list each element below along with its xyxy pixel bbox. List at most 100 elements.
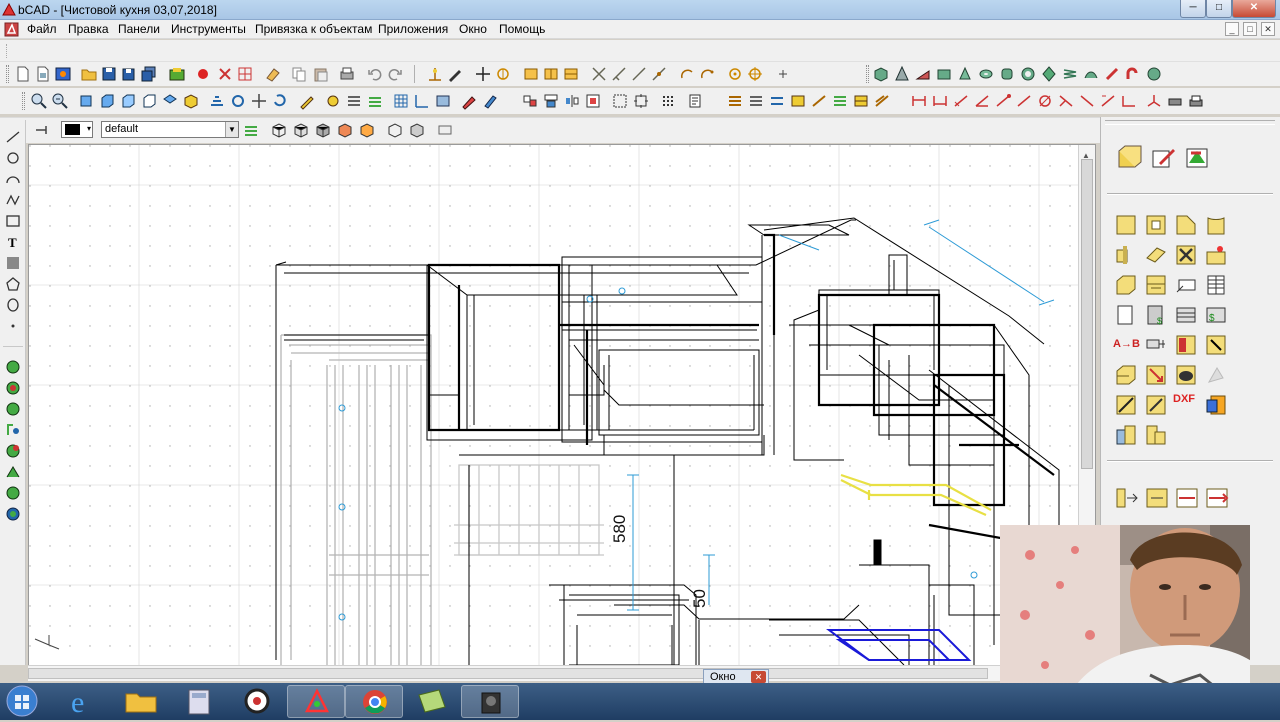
solid-spring-icon[interactable] (1061, 65, 1079, 83)
cabinet-library-icon[interactable] (1145, 424, 1167, 446)
solid-prism-icon[interactable] (935, 65, 953, 83)
panel-tool-6-icon[interactable] (831, 92, 849, 110)
cabinet-set-icon[interactable] (1115, 424, 1137, 446)
orbit-icon[interactable] (229, 92, 247, 110)
panel-tool-1-icon[interactable] (726, 92, 744, 110)
panel-tool-4-icon[interactable] (789, 92, 807, 110)
toolbar-grip-view[interactable] (22, 92, 25, 110)
rectangle-tool-icon[interactable] (4, 212, 22, 230)
edit-offset-icon[interactable] (4, 484, 22, 502)
dxf-export-label[interactable]: DXF (1173, 393, 1195, 405)
snap-circle-icon[interactable] (726, 65, 744, 83)
minimize-button[interactable]: ─ (1180, 0, 1206, 18)
save-as-icon[interactable] (120, 65, 138, 83)
place-align-icon[interactable] (1205, 487, 1229, 509)
pan-icon[interactable] (250, 92, 268, 110)
view-right-icon[interactable] (140, 92, 158, 110)
dim-horizontal-icon[interactable] (931, 92, 949, 110)
select-frame-icon[interactable] (611, 92, 629, 110)
solid-sweep-icon[interactable] (1103, 65, 1121, 83)
module-arrow-icon[interactable] (1145, 364, 1167, 386)
bcad-app-icon[interactable] (2, 3, 16, 17)
abc-label-icon[interactable] (1175, 274, 1197, 296)
cut-icon[interactable] (216, 65, 234, 83)
taskbar-camera[interactable] (461, 685, 519, 718)
dim-linear-icon[interactable] (910, 92, 928, 110)
solid-pyramid-icon[interactable] (893, 65, 911, 83)
render-icon[interactable] (54, 65, 72, 83)
menu-edit[interactable]: Правка (68, 22, 109, 36)
solid-diamond-icon[interactable] (1040, 65, 1058, 83)
kitchen-wireframe-drawing[interactable]: 580 50 (29, 145, 1079, 665)
mdi-maximize-button[interactable]: □ (1243, 22, 1257, 36)
snap-intersection-icon[interactable] (590, 65, 608, 83)
view-front-icon[interactable] (77, 92, 95, 110)
taskbar-notes[interactable] (403, 685, 461, 718)
view-left-icon[interactable] (119, 92, 137, 110)
solid-sphere-icon[interactable] (1145, 65, 1163, 83)
grid-icon[interactable] (392, 92, 410, 110)
solid-tube-icon[interactable] (1019, 65, 1037, 83)
save-all-icon[interactable] (140, 65, 158, 83)
polygon-tool-icon[interactable] (4, 275, 22, 293)
panel-stack-icon[interactable] (1145, 244, 1167, 266)
menu-file[interactable]: Файл (27, 22, 57, 36)
fittings-icon[interactable] (1175, 334, 1197, 356)
mdi-close-button[interactable]: ✕ (1261, 22, 1275, 36)
place-right-icon[interactable] (1145, 487, 1169, 509)
taskbar-calculator[interactable] (170, 685, 228, 718)
edit-copy-icon[interactable] (4, 379, 22, 397)
panel-grip[interactable] (1105, 120, 1275, 125)
line-tool-icon[interactable] (4, 128, 22, 146)
paste-icon[interactable] (312, 65, 330, 83)
edit-trim-icon[interactable] (4, 421, 22, 439)
panel-paint-icon[interactable] (1205, 244, 1227, 266)
panel-tool-3-icon[interactable] (768, 92, 786, 110)
cost-estimate-icon[interactable]: $ (1205, 304, 1227, 326)
view-iso-icon[interactable] (182, 92, 200, 110)
box-top-icon[interactable] (562, 65, 580, 83)
maximize-button[interactable]: □ (1206, 0, 1232, 18)
display-textured-icon[interactable] (336, 121, 354, 139)
materials-icon[interactable] (1183, 143, 1211, 171)
polyline-tool-icon[interactable] (4, 191, 22, 209)
align-left-icon[interactable] (521, 92, 539, 110)
place-between-icon[interactable] (1175, 487, 1199, 509)
orange-panel-icon[interactable] (1205, 394, 1227, 416)
ellipse-tool-icon[interactable] (4, 296, 22, 314)
mdi-minimize-button[interactable]: _ (1225, 22, 1239, 36)
library-icon[interactable] (168, 65, 186, 83)
grid-snap-icon[interactable] (236, 65, 254, 83)
dim-leader-icon[interactable] (1057, 92, 1075, 110)
dim-circle-icon[interactable] (1036, 92, 1054, 110)
solid-wedge-icon[interactable] (914, 65, 932, 83)
pointer-tool-icon[interactable] (1205, 334, 1227, 356)
tools-hammer-icon[interactable] (1175, 244, 1197, 266)
hatch-tool-icon[interactable] (4, 254, 22, 272)
solid-loft-icon[interactable] (1082, 65, 1100, 83)
panel-edge-icon[interactable] (1115, 244, 1137, 266)
solid-cone-icon[interactable] (956, 65, 974, 83)
dim-radius-icon[interactable] (994, 92, 1012, 110)
edit-fillet-icon[interactable] (4, 505, 22, 523)
snap-nearest-icon[interactable] (650, 65, 668, 83)
close-button[interactable]: ✕ (1232, 0, 1276, 18)
text-tool-icon[interactable]: T (4, 233, 22, 251)
module-icon[interactable] (1115, 364, 1137, 386)
select-all-icon[interactable] (632, 92, 650, 110)
start-button[interactable] (2, 684, 42, 719)
pin-icon[interactable] (33, 121, 51, 139)
crosshair-icon[interactable] (474, 65, 492, 83)
snap-center-icon[interactable] (494, 65, 512, 83)
panel-board-icon[interactable] (1115, 214, 1137, 236)
edit-move-icon[interactable] (4, 358, 22, 376)
dim-baseline-icon[interactable] (1099, 92, 1117, 110)
panel-frame-icon[interactable] (1145, 214, 1167, 236)
solid-cylinder-icon[interactable] (998, 65, 1016, 83)
panel-tool-5-icon[interactable] (810, 92, 828, 110)
taskbar-screen-recorder[interactable] (228, 685, 286, 718)
menu-applications[interactable]: Приложения (378, 22, 448, 36)
furniture-edit-pen-icon[interactable] (1149, 143, 1177, 171)
group-icon[interactable] (584, 92, 602, 110)
display-wire-icon[interactable] (270, 121, 288, 139)
